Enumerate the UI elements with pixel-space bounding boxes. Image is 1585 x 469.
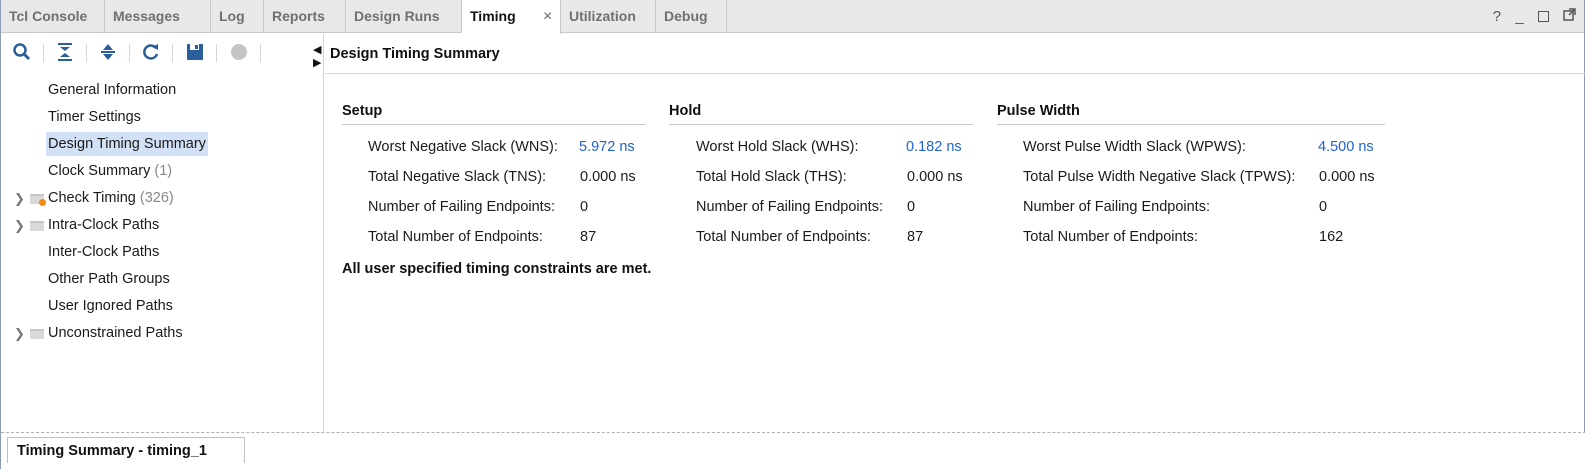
hold-value-whs-link[interactable]: 0.182 ns (906, 138, 962, 156)
tree-item-count: (1) (154, 163, 173, 179)
pulse-width-section-title: Pulse Width (997, 103, 1385, 125)
chevron-right-icon[interactable]: ❯ (14, 212, 25, 239)
tree-item-unconstrained-paths[interactable]: ❯ Unconstrained Paths (1, 320, 321, 347)
pulse-value-failing-endpoints: 0 (1319, 199, 1328, 215)
pulse-value-wpws-link[interactable]: 4.500 ns (1318, 138, 1374, 156)
tab-label: Reports (272, 8, 325, 24)
hold-label-whs: Worst Hold Slack (WHS): (696, 139, 859, 155)
tree-item-check-timing[interactable]: ❯ Check Timing (326) (1, 185, 321, 212)
stop-icon[interactable] (228, 42, 250, 64)
tree-item-design-timing-summary[interactable]: Design Timing Summary (46, 131, 208, 158)
splitter-toggle-icon[interactable]: ◀ ▶ (313, 44, 321, 70)
refresh-icon[interactable] (140, 42, 162, 64)
tab-log[interactable]: Log (211, 0, 264, 33)
hold-label-failing-endpoints: Number of Failing Endpoints: (696, 199, 883, 215)
timing-window: Tcl Console Messages Log Reports Design … (0, 0, 1585, 469)
setup-section-title: Setup (342, 103, 646, 125)
setup-label-failing-endpoints: Number of Failing Endpoints: (368, 199, 555, 215)
tab-label: Debug (664, 8, 708, 24)
tab-tcl-console[interactable]: Tcl Console (1, 0, 105, 33)
tab-label: Design Runs (354, 8, 440, 24)
page-title: Design Timing Summary (330, 46, 500, 62)
tab-reports[interactable]: Reports (264, 0, 346, 33)
save-icon[interactable] (184, 42, 206, 64)
tab-label: Messages (113, 8, 180, 24)
tree-item-clock-summary[interactable]: Clock Summary (1) (48, 158, 172, 185)
folder-icon (30, 221, 44, 231)
tab-utilization[interactable]: Utilization (561, 0, 656, 33)
chevron-right-icon[interactable]: ❯ (14, 320, 25, 347)
pulse-value-total-endpoints: 162 (1319, 229, 1344, 245)
collapse-all-icon[interactable] (54, 42, 76, 64)
navigator-toolbar (1, 34, 324, 74)
tree-item-inter-clock-paths[interactable]: Inter-Clock Paths (48, 239, 159, 266)
tree-item-timer-settings[interactable]: Timer Settings (48, 104, 141, 131)
tab-label: Timing (470, 8, 516, 24)
tree-item-general-information[interactable]: General Information (48, 77, 176, 104)
warning-folder-icon (30, 194, 46, 206)
window-controls: ? _ (1483, 0, 1576, 33)
hold-label-ths: Total Hold Slack (THS): (696, 169, 847, 185)
setup-label-total-endpoints: Total Number of Endpoints: (368, 229, 543, 245)
pulse-label-failing-endpoints: Number of Failing Endpoints: (1023, 199, 1210, 215)
constraints-status-message: All user specified timing constraints ar… (342, 261, 652, 277)
expand-all-icon[interactable] (97, 42, 119, 64)
report-navigator: General Information Timer Settings Desig… (1, 34, 324, 432)
pulse-value-tpws: 0.000 ns (1319, 169, 1375, 185)
hold-value-total-endpoints: 87 (907, 229, 924, 245)
tab-label: Utilization (569, 8, 636, 24)
chevron-right-icon[interactable]: ❯ (14, 185, 25, 212)
float-icon[interactable] (1563, 0, 1576, 33)
setup-value-failing-endpoints: 0 (580, 199, 589, 215)
tree-item-count: (326) (139, 190, 174, 206)
pulse-label-total-endpoints: Total Number of Endpoints: (1023, 229, 1198, 245)
hold-section-title: Hold (669, 103, 973, 125)
search-icon[interactable] (11, 42, 33, 64)
report-tab-bar: Timing Summary - timing_1 (1, 432, 1585, 469)
tab-debug[interactable]: Debug (656, 0, 727, 33)
tab-design-runs[interactable]: Design Runs (346, 0, 462, 33)
tree-item-user-ignored-paths[interactable]: User Ignored Paths (48, 293, 173, 320)
tree-item-other-path-groups[interactable]: Other Path Groups (48, 266, 170, 293)
pulse-label-wpws: Worst Pulse Width Slack (WPWS): (1023, 139, 1246, 155)
tab-timing-summary[interactable]: Timing Summary - timing_1 (7, 437, 245, 463)
close-icon[interactable]: × (543, 0, 552, 33)
minimize-icon[interactable]: _ (1515, 0, 1523, 33)
tab-label: Tcl Console (9, 8, 88, 24)
setup-value-tns: 0.000 ns (580, 169, 636, 185)
hold-value-failing-endpoints: 0 (907, 199, 916, 215)
folder-icon (30, 329, 44, 339)
tab-label: Log (219, 8, 245, 24)
pulse-label-tpws: Total Pulse Width Negative Slack (TPWS): (1023, 169, 1296, 185)
help-icon[interactable]: ? (1493, 0, 1501, 33)
setup-label-wns: Worst Negative Slack (WNS): (368, 139, 558, 155)
setup-value-wns-link[interactable]: 5.972 ns (579, 138, 635, 156)
tab-messages[interactable]: Messages (105, 0, 211, 33)
tree-item-intra-clock-paths[interactable]: ❯ Intra-Clock Paths (1, 212, 321, 239)
tab-timing[interactable]: Timing × (462, 0, 561, 34)
setup-label-tns: Total Negative Slack (TNS): (368, 169, 547, 185)
hold-value-ths: 0.000 ns (907, 169, 963, 185)
tab-bar: Tcl Console Messages Log Reports Design … (1, 0, 1584, 34)
main-header: Design Timing Summary (325, 34, 1585, 74)
maximize-icon[interactable] (1537, 0, 1549, 33)
hold-label-total-endpoints: Total Number of Endpoints: (696, 229, 871, 245)
setup-value-total-endpoints: 87 (580, 229, 597, 245)
